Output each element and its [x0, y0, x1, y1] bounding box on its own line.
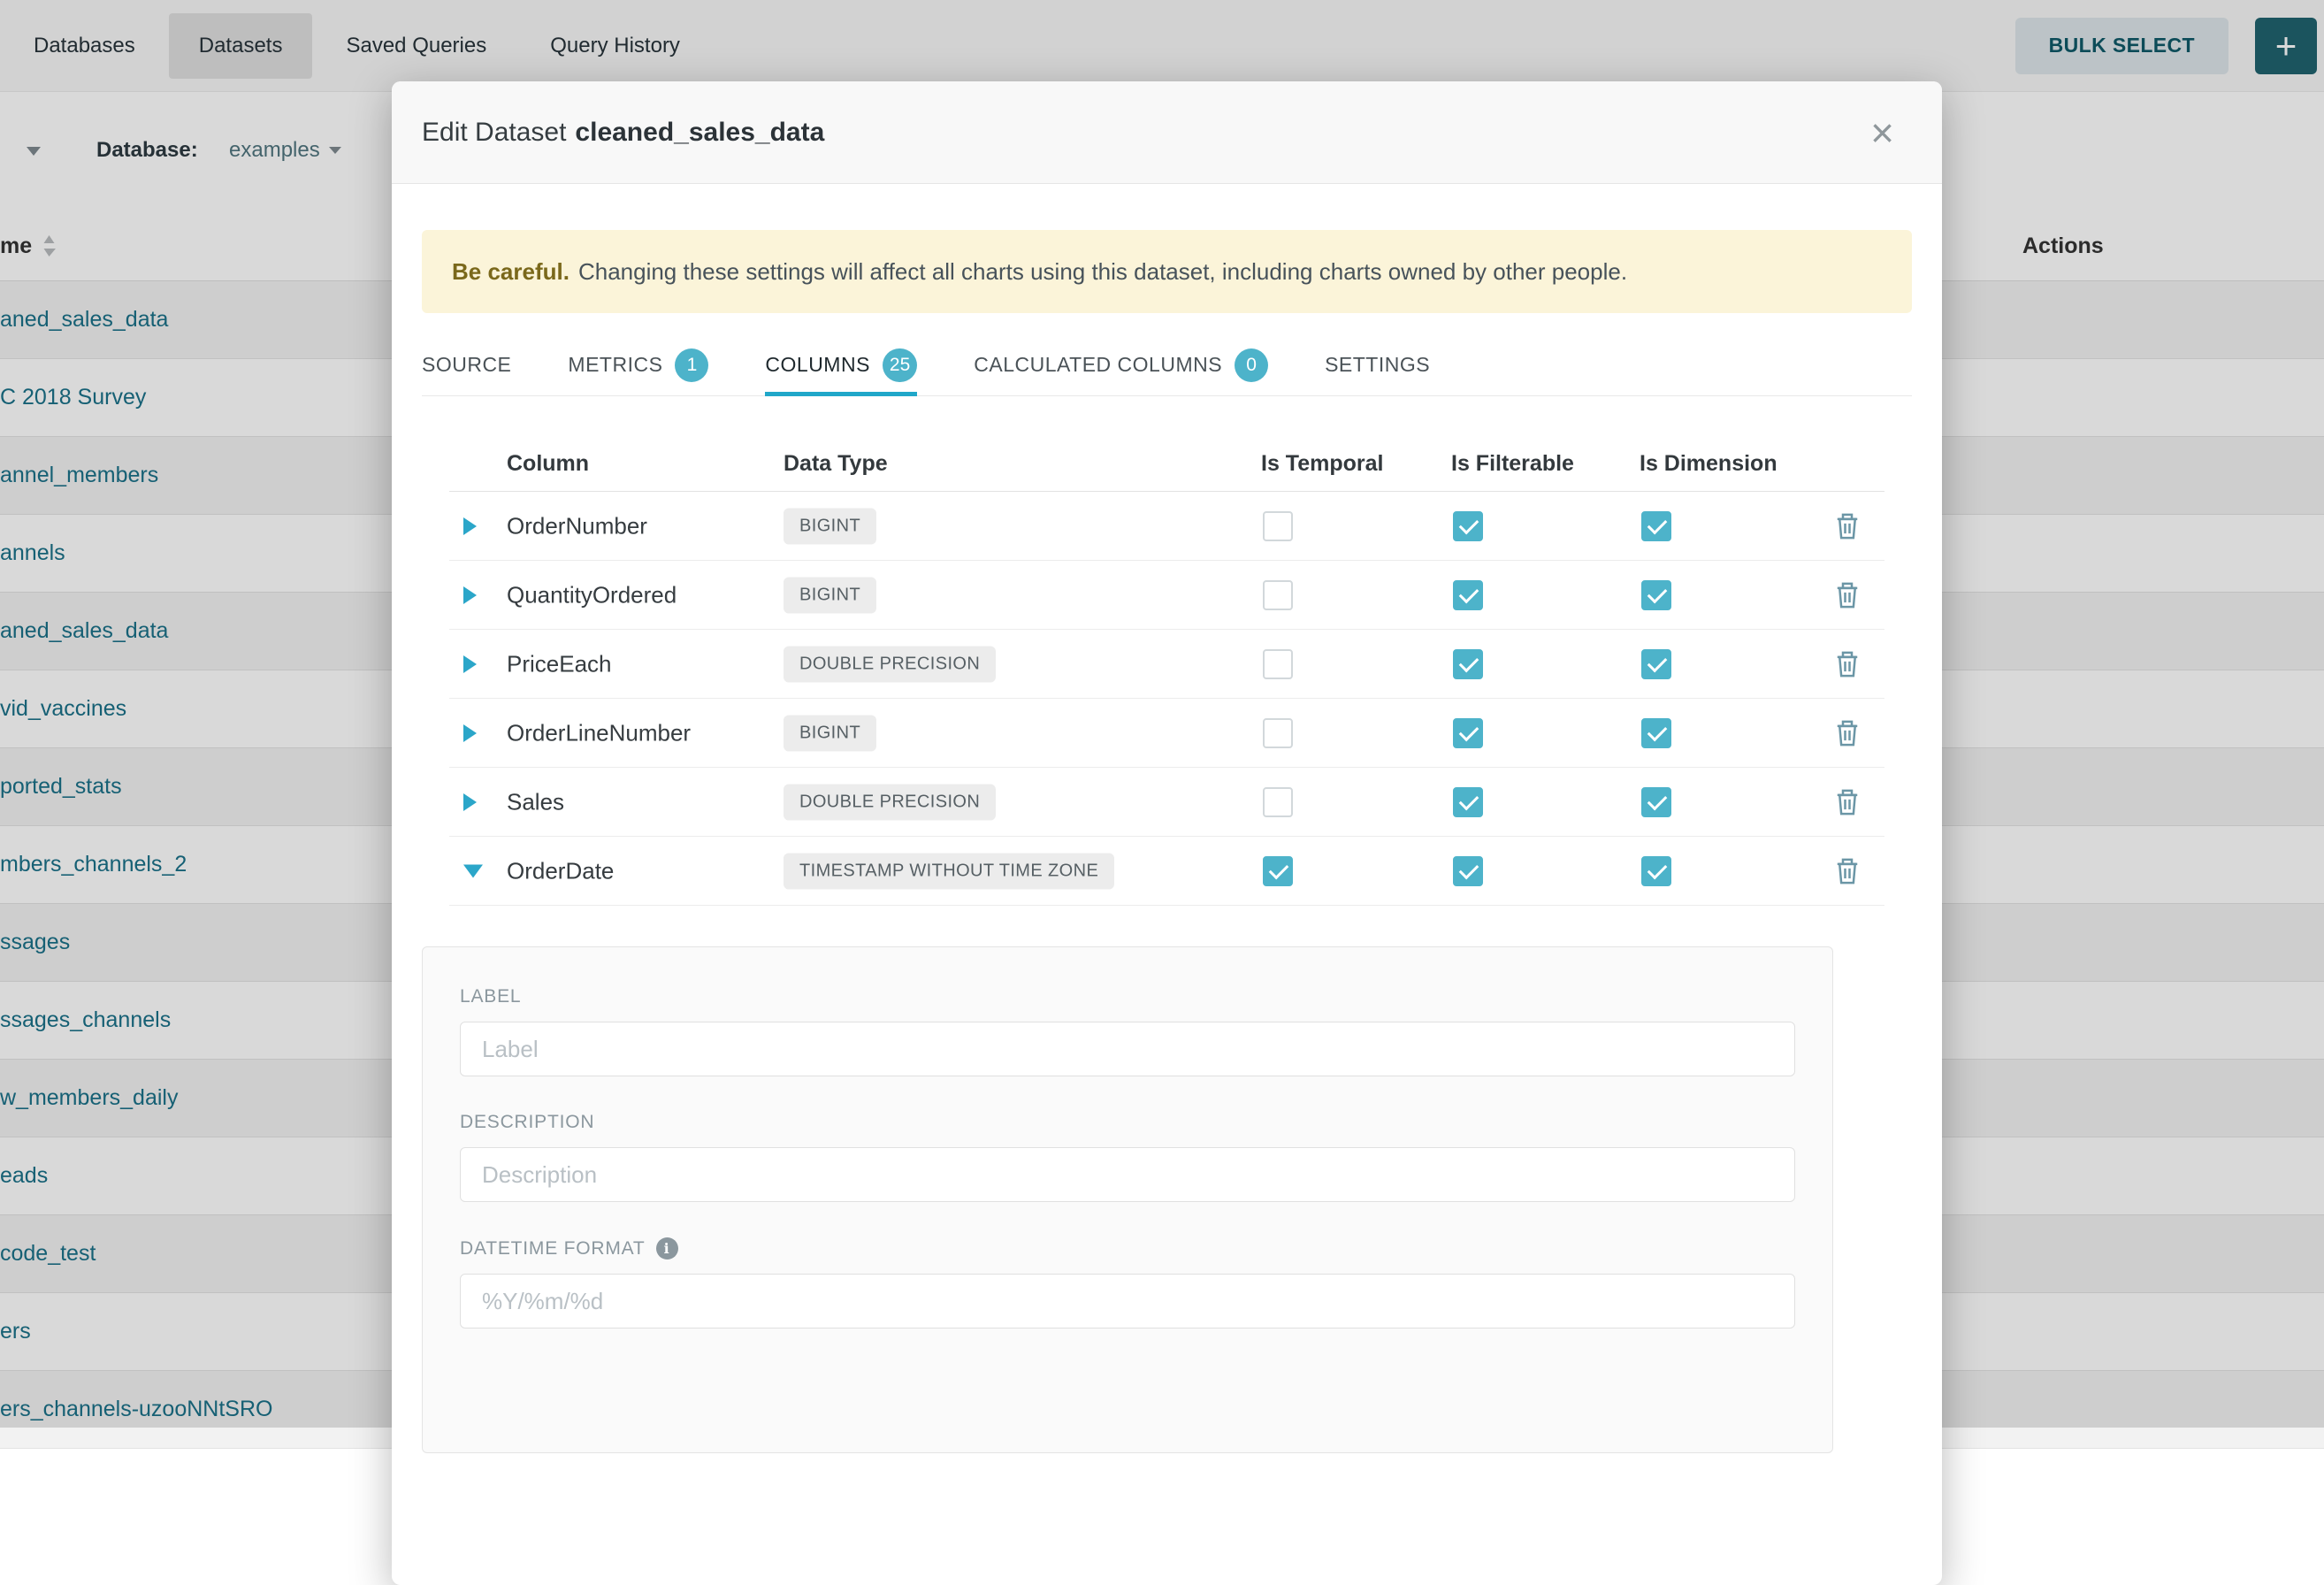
- tab-settings[interactable]: SETTINGS: [1325, 334, 1430, 395]
- table-row: QuantityOrdered BIGINT: [449, 561, 1884, 630]
- data-type-badge: DOUBLE PRECISION: [784, 646, 996, 682]
- tab-columns[interactable]: COLUMNS 25: [765, 334, 917, 395]
- tab-badge: 0: [1235, 348, 1268, 382]
- data-type-badge: TIMESTAMP WITHOUT TIME ZONE: [784, 853, 1114, 889]
- is-temporal-checkbox[interactable]: [1263, 580, 1293, 610]
- modal-title-prefix: Edit Dataset: [422, 118, 566, 147]
- is-filterable-checkbox[interactable]: [1453, 856, 1483, 886]
- column-name: OrderDate: [507, 857, 614, 884]
- is-filterable-checkbox[interactable]: [1453, 511, 1483, 541]
- delete-icon[interactable]: [1834, 787, 1861, 817]
- table-row: PriceEach DOUBLE PRECISION: [449, 630, 1884, 699]
- edit-dataset-modal: Edit Dataset cleaned_sales_data × Be care…: [392, 81, 1942, 1585]
- table-row: OrderNumber BIGINT: [449, 492, 1884, 561]
- description-field-label: DESCRIPTION: [460, 1112, 1795, 1133]
- close-icon[interactable]: ×: [1861, 109, 1903, 157]
- warning-banner-text: Changing these settings will affect all …: [578, 258, 1627, 286]
- tab-source[interactable]: SOURCE: [422, 334, 511, 395]
- collapse-caret-icon[interactable]: [463, 864, 483, 877]
- delete-icon[interactable]: [1834, 649, 1861, 679]
- delete-icon[interactable]: [1834, 856, 1861, 886]
- modal-title-dataset-name: cleaned_sales_data: [575, 118, 824, 147]
- delete-icon[interactable]: [1834, 511, 1861, 541]
- label-field-label: LABEL: [460, 986, 1795, 1007]
- is-filterable-checkbox[interactable]: [1453, 580, 1483, 610]
- is-dimension-checkbox[interactable]: [1641, 718, 1671, 748]
- tab-badge: 1: [675, 348, 708, 382]
- tab-label: CALCULATED COLUMNS: [974, 353, 1222, 377]
- field-label-text: DATETIME FORMAT: [460, 1238, 646, 1260]
- data-type-badge: BIGINT: [784, 715, 876, 751]
- is-dimension-checkbox[interactable]: [1641, 856, 1671, 886]
- column-name: Sales: [507, 788, 564, 815]
- column-name: QuantityOrdered: [507, 581, 677, 609]
- field-label-text: DESCRIPTION: [460, 1112, 594, 1133]
- tab-badge: 25: [883, 348, 917, 382]
- is-filterable-checkbox[interactable]: [1453, 649, 1483, 679]
- data-type-badge: BIGINT: [784, 577, 876, 613]
- modal-title: Edit Dataset cleaned_sales_data: [422, 118, 824, 148]
- is-dimension-checkbox[interactable]: [1641, 511, 1671, 541]
- is-temporal-checkbox[interactable]: [1263, 649, 1293, 679]
- is-dimension-checkbox[interactable]: [1641, 649, 1671, 679]
- modal-header: Edit Dataset cleaned_sales_data ×: [392, 81, 1942, 184]
- column-detail-panel: LABEL DESCRIPTION DATETIME FORMAT i: [422, 946, 1833, 1453]
- expand-caret-icon[interactable]: [463, 586, 477, 604]
- modal-tabs: SOURCE METRICS 1 COLUMNS 25 CALCULATED C…: [422, 334, 1912, 396]
- col-header-is-temporal: Is Temporal: [1261, 435, 1383, 492]
- columns-table-header: Column Data Type Is Temporal Is Filterab…: [449, 435, 1884, 492]
- col-header-is-filterable: Is Filterable: [1451, 435, 1574, 492]
- description-input[interactable]: [460, 1147, 1795, 1202]
- field-label-text: LABEL: [460, 986, 521, 1007]
- col-header-is-dimension: Is Dimension: [1640, 435, 1777, 492]
- warning-banner: Be careful. Changing these settings will…: [422, 230, 1912, 313]
- table-row: Sales DOUBLE PRECISION: [449, 768, 1884, 837]
- col-header-column: Column: [507, 435, 589, 492]
- is-filterable-checkbox[interactable]: [1453, 718, 1483, 748]
- is-filterable-checkbox[interactable]: [1453, 787, 1483, 817]
- column-name: OrderNumber: [507, 512, 647, 540]
- table-row: OrderLineNumber BIGINT: [449, 699, 1884, 768]
- is-temporal-checkbox[interactable]: [1263, 511, 1293, 541]
- label-input[interactable]: [460, 1022, 1795, 1076]
- data-type-badge: DOUBLE PRECISION: [784, 784, 996, 820]
- datetime-format-input[interactable]: [460, 1274, 1795, 1328]
- tab-calculated-columns[interactable]: CALCULATED COLUMNS 0: [974, 334, 1268, 395]
- column-name: PriceEach: [507, 650, 612, 678]
- col-header-data-type: Data Type: [784, 435, 888, 492]
- tab-metrics[interactable]: METRICS 1: [568, 334, 708, 395]
- tab-label: SETTINGS: [1325, 353, 1430, 377]
- is-temporal-checkbox[interactable]: [1263, 856, 1293, 886]
- tab-label: METRICS: [568, 353, 662, 377]
- info-icon[interactable]: i: [656, 1237, 678, 1260]
- table-row: OrderDate TIMESTAMP WITHOUT TIME ZONE: [449, 837, 1884, 906]
- expand-caret-icon[interactable]: [463, 517, 477, 535]
- datetime-format-field-label: DATETIME FORMAT i: [460, 1237, 1795, 1260]
- modal-body: Be careful. Changing these settings will…: [392, 230, 1942, 1453]
- expand-caret-icon[interactable]: [463, 793, 477, 811]
- is-dimension-checkbox[interactable]: [1641, 787, 1671, 817]
- data-type-badge: BIGINT: [784, 508, 876, 544]
- tab-label: COLUMNS: [765, 353, 870, 377]
- tab-label: SOURCE: [422, 353, 511, 377]
- columns-table: Column Data Type Is Temporal Is Filterab…: [449, 435, 1884, 906]
- delete-icon[interactable]: [1834, 718, 1861, 748]
- expand-caret-icon[interactable]: [463, 655, 477, 673]
- column-name: OrderLineNumber: [507, 719, 691, 747]
- is-dimension-checkbox[interactable]: [1641, 580, 1671, 610]
- is-temporal-checkbox[interactable]: [1263, 787, 1293, 817]
- expand-caret-icon[interactable]: [463, 724, 477, 742]
- delete-icon[interactable]: [1834, 580, 1861, 610]
- is-temporal-checkbox[interactable]: [1263, 718, 1293, 748]
- warning-banner-bold: Be careful.: [452, 258, 570, 286]
